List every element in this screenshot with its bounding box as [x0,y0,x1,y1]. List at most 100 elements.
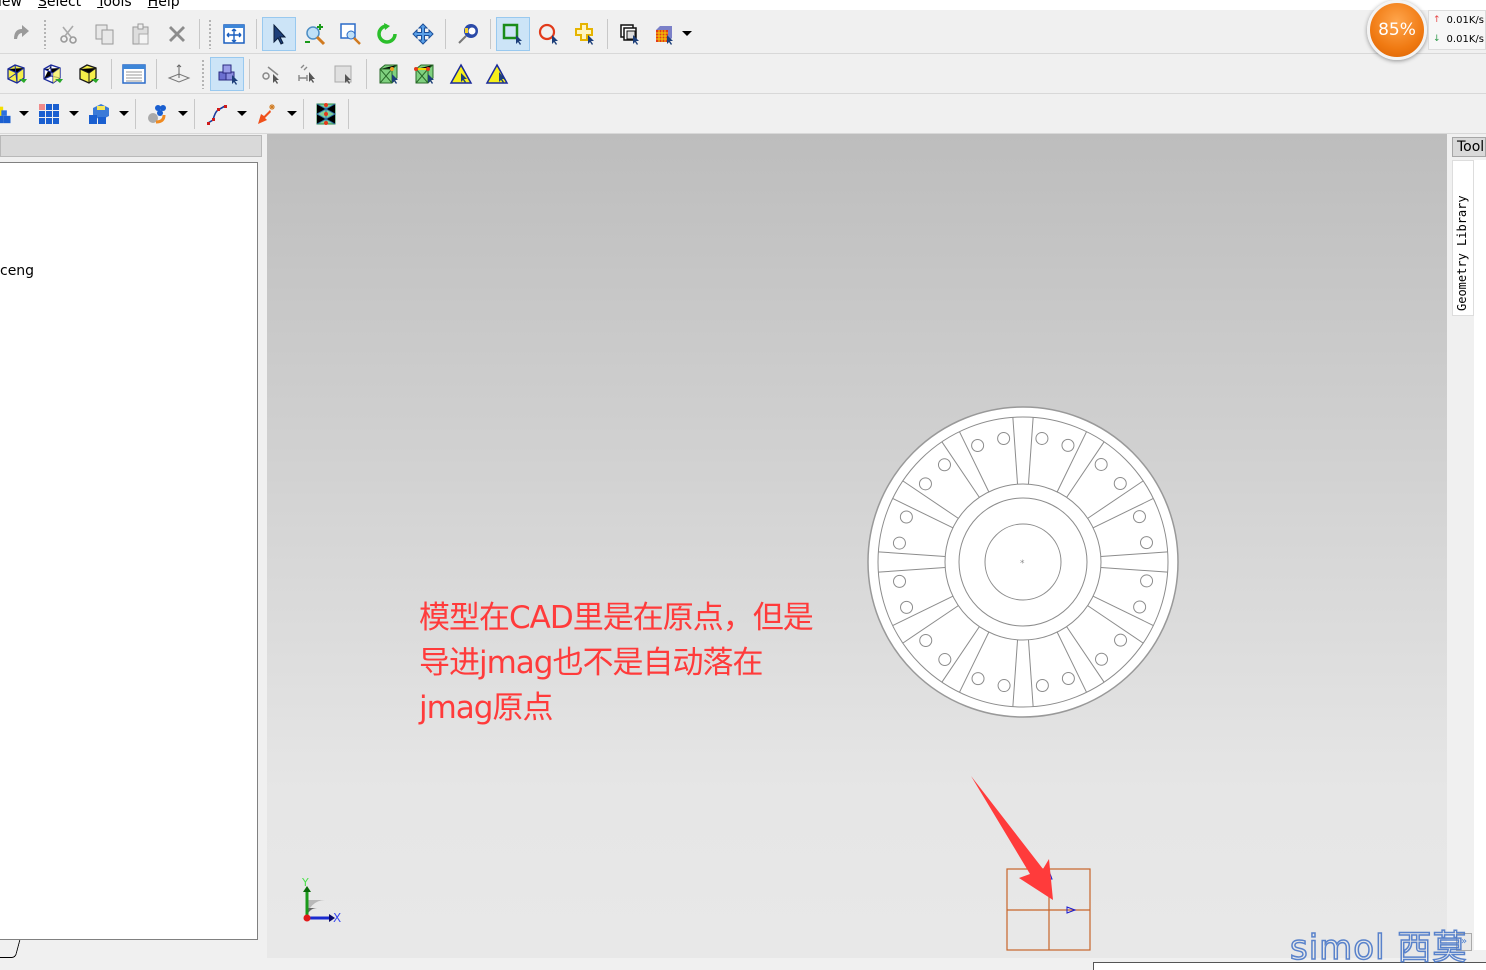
select-triangle-1-button[interactable] [444,57,478,91]
download-speed: 0.01K/s [1446,34,1484,45]
array-parts-button[interactable] [32,97,66,131]
cut-button[interactable] [52,17,86,51]
select-pointer-button[interactable] [262,16,296,51]
view-iso-3-button[interactable] [72,57,106,91]
delete-button[interactable] [160,17,194,51]
select-layers-button[interactable] [613,17,647,51]
network-usage-ball[interactable]: 85% [1367,0,1427,60]
axis-triad: Y X [301,876,341,924]
toolbar-separator [490,18,491,49]
annotation-line-1: 模型在CAD里是在原点，但是 [419,600,814,636]
tree-item[interactable]: ceng [0,263,34,279]
toolbar-separator [607,18,608,49]
geometry-library-tab[interactable]: Geometry Library [1452,160,1474,316]
toolbar-separator [199,18,200,49]
select-face-button[interactable] [327,57,361,91]
upload-speed: 0.01K/s [1446,15,1484,26]
redo-button[interactable] [4,17,38,51]
array-parts-dropdown[interactable] [67,97,81,131]
toolbar-grip[interactable] [201,58,205,89]
menu-select[interactable]: Select [30,0,89,10]
zoom-box-icon [340,22,361,45]
rotate-button[interactable] [370,17,404,51]
select-edge-icon [414,64,434,84]
select-layers-icon [620,23,639,45]
select-polygon-icon [575,22,594,45]
toolbar-row-3 [0,94,1486,134]
select-polygon-button[interactable] [568,17,602,51]
upload-arrow-icon: ↑ [1433,15,1441,25]
select-mesh-icon [656,25,673,45]
transform-parts-dropdown[interactable] [176,97,190,131]
watermark: simol 西莫 [1289,927,1468,969]
download-arrow-icon: ↓ [1433,34,1441,44]
array-parts-icon [39,103,59,124]
toolbar-separator [249,58,250,89]
select-arc-button[interactable] [255,57,289,91]
toolbar-grip[interactable] [43,18,47,49]
delete-icon [169,25,185,42]
toolbox-header[interactable]: Toolbox [1452,137,1486,157]
pan-icon [412,22,434,45]
select-dimension-icon [298,64,315,83]
rotate-icon [377,22,397,44]
select-triangle-1-icon [449,62,473,84]
toolbar-separator [156,58,157,89]
mesh-nodes-icon [315,102,337,125]
toolbar-separator [256,18,257,49]
menu-view[interactable]: iew [0,0,30,10]
select-parts-button[interactable] [210,56,244,91]
view-iso-2-button[interactable] [36,57,70,91]
select-circle-button[interactable] [532,17,566,51]
measure-tape-icon [458,23,478,44]
select-triangle-2-button[interactable] [480,57,514,91]
zoom-box-button[interactable] [334,17,368,51]
select-mesh-dropdown[interactable] [680,17,694,51]
pan-button[interactable] [406,17,440,51]
assembly-dropdown[interactable] [117,97,131,131]
point-button[interactable] [250,97,284,131]
select-arc-icon [262,65,279,84]
menu-tools[interactable]: Tools [89,0,140,10]
create-part-icon [0,106,11,123]
assembly-button[interactable] [82,97,116,131]
select-face-icon [334,65,352,84]
select-dimension-button[interactable] [291,57,325,91]
zoom-in-out-button[interactable] [298,17,332,51]
view-iso-2-icon [43,63,63,84]
toolbar-separator [348,98,349,129]
axis-y-label: Y [301,876,309,889]
select-edge-button[interactable] [408,57,442,91]
select-rectangle-button[interactable] [496,16,530,51]
graphics-viewport[interactable]: * 模型在CAD里是在原点，但是 导进jmag也不是自动落在 jmag原点 Y … [267,134,1447,958]
point-dropdown[interactable] [285,97,299,131]
menubar: iew Select Tools Help [0,0,1486,10]
measure-tape-button[interactable] [451,17,485,51]
toolbox-panel [1474,160,1486,950]
create-part-dropdown[interactable] [17,97,31,131]
plane-axis-button[interactable] [162,57,196,91]
left-panel-tab[interactable] [0,940,21,958]
toolbar-separator [135,98,136,129]
create-part-button[interactable] [0,97,16,131]
fit-view-icon [223,23,245,44]
center-mark: * [1020,559,1025,569]
copy-button[interactable] [88,17,122,51]
view-iso-1-button[interactable] [0,57,34,91]
toolbar-grip[interactable] [208,18,212,49]
polyline-button[interactable] [200,97,234,131]
paste-button[interactable] [124,17,158,51]
model-tree[interactable]: ceng [0,162,258,940]
left-panel-header [0,135,262,157]
select-vertex-button[interactable] [372,57,406,91]
select-circle-icon [538,23,558,45]
mesh-nodes-button[interactable] [309,97,343,131]
transform-parts-button[interactable] [141,97,175,131]
select-mesh-button[interactable] [649,17,679,51]
view-iso-3-icon [79,63,99,84]
properties-panel-button[interactable] [117,57,151,91]
fit-view-button[interactable] [217,17,251,51]
polyline-dropdown[interactable] [235,97,249,131]
annotation-line-3: jmag原点 [419,690,554,726]
menu-help[interactable]: Help [140,0,188,10]
